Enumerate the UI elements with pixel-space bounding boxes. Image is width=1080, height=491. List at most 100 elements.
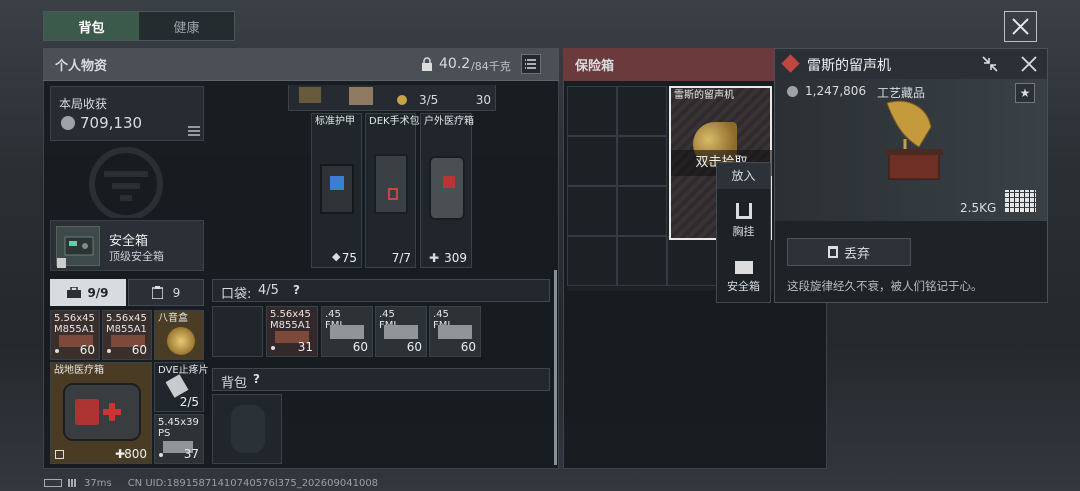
weight-value: 40.2 [439, 56, 471, 72]
top-strip: 3/5 30 [288, 85, 496, 111]
collapse-button[interactable] [981, 55, 999, 73]
earnings-box: 本局收获 709,130 [50, 86, 204, 141]
menu-put-in-label: 放入 [731, 169, 756, 183]
gear-count: 75 [341, 251, 357, 265]
safe-item-ammo-1[interactable]: 5.56x45 M855A1 60 [50, 310, 100, 360]
personal-title: 个人物资 [55, 58, 108, 74]
rarity-diamond-icon [781, 54, 800, 73]
tab-backpack[interactable]: 背包 [44, 12, 139, 40]
vault-cell[interactable] [567, 136, 617, 186]
ammo-box-icon [384, 325, 418, 339]
vault-header: 保险箱 [563, 48, 775, 81]
item-icon [397, 95, 407, 105]
backpack-empty-slot[interactable] [212, 394, 282, 464]
backpack-header: 背包 ? [212, 368, 550, 391]
backpack-help-button[interactable]: ? [253, 372, 260, 386]
status-dot [55, 349, 59, 353]
ammo-box-icon [438, 325, 472, 339]
safe-item-painkiller[interactable]: DVE止疼片 2/5 [154, 362, 209, 412]
vault-cell[interactable] [617, 86, 667, 136]
scrollbar[interactable] [554, 270, 557, 465]
pouch-icon [150, 286, 164, 300]
vault-cell[interactable] [567, 236, 617, 286]
gear-label: DEK手术包 [369, 116, 420, 127]
vault-cell[interactable] [617, 236, 667, 286]
plus-icon: ✚ [429, 251, 440, 265]
vault-cell[interactable] [567, 186, 617, 236]
safe-item-ammo-2[interactable]: 5.56x45 M855A1 60 [102, 310, 152, 360]
gear-count: 7/7 [391, 251, 411, 265]
menu-safe-box-label: 安全箱 [727, 280, 760, 293]
vault-cell[interactable] [567, 86, 617, 136]
detail-header: 雷斯的留声机 [775, 49, 1047, 79]
favorite-button[interactable]: ★ [1015, 83, 1035, 103]
pocket-item-count: 60 [352, 340, 368, 354]
safe-item-label: 八音盒 [158, 313, 188, 324]
storage-tab-pouch[interactable]: 9 [128, 279, 204, 306]
detail-description: 这段旋律经久不衰，被人们铭记于心。 [787, 279, 983, 293]
tab-health[interactable]: 健康 [139, 12, 234, 40]
trash-icon [827, 246, 838, 258]
collapse-icon [982, 56, 998, 72]
safe-item-count: 2/5 [179, 395, 199, 409]
list-button[interactable] [521, 54, 541, 74]
item-icon [299, 87, 321, 103]
status-dot [159, 453, 163, 457]
menu-safe-box[interactable]: 安全箱 [717, 249, 770, 301]
menu-chest-rig[interactable]: 胸挂 [717, 191, 770, 243]
storage-tab-container-label: 9/9 [87, 285, 109, 300]
vault-cell[interactable] [667, 236, 717, 286]
weight-max: /84千克 [471, 60, 511, 73]
signal-icon [68, 479, 78, 487]
vault-title: 保险箱 [575, 59, 615, 74]
briefcase-icon [734, 261, 753, 274]
ammo-box-icon [330, 325, 364, 339]
pocket-help-button[interactable]: ? [293, 283, 300, 297]
ping-text: 37ms [84, 477, 112, 489]
armor-icon [320, 164, 354, 214]
menu-put-in[interactable]: 放入 [717, 163, 770, 189]
pocket-empty-slot[interactable] [212, 306, 263, 357]
gear-count: 309 [444, 251, 467, 265]
safe-box-subtitle: 顶级安全箱 [109, 250, 164, 263]
gear-armor[interactable]: 标准护甲 ◆ 75 [311, 113, 362, 268]
close-button[interactable] [1004, 11, 1037, 42]
briefcase-icon [67, 286, 82, 298]
tab-backpack-label: 背包 [78, 20, 105, 36]
safe-box-slot[interactable]: 安全箱 顶级安全箱 [50, 220, 204, 271]
detail-image-area: 1,247,806 工艺藏品 ★ 2.5KG [775, 79, 1047, 221]
pocket-item-count: 60 [406, 340, 422, 354]
pocket-item-fmj-2[interactable]: .45 FMJ 60 [375, 306, 427, 357]
vault-cell[interactable] [617, 186, 667, 236]
safe-item-ammo-3[interactable]: 5.45x39 PS 37 [154, 414, 204, 464]
pocket-header: 口袋: 4/5 ? [212, 279, 550, 302]
gear-outdoor-medkit[interactable]: 户外医疗箱 ✚ 309 [420, 113, 474, 268]
size-grid-icon [1005, 190, 1036, 212]
safe-item-count: 37 [183, 447, 199, 461]
safe-item-music-box[interactable]: 八音盒 [154, 310, 204, 360]
safe-item-label: 5.56x45 M855A1 [54, 313, 95, 335]
vault-item-label: 雷斯的留声机 [674, 90, 734, 101]
storage-tab-container[interactable]: 9/9 [50, 279, 126, 306]
pocket-item-fmj-1[interactable]: .45 FMJ 60 [321, 306, 373, 357]
list-icon [525, 59, 536, 69]
detail-close-button[interactable] [1019, 54, 1039, 74]
safe-item-field-medkit[interactable]: 战地医疗箱 ✚ 800 [50, 362, 152, 464]
pocket-item-fmj-3[interactable]: .45 FMJ 60 [429, 306, 481, 357]
safe-item-label: DVE止疼片 [158, 365, 209, 376]
gramophone-image [875, 97, 951, 195]
vest-icon [735, 203, 752, 219]
status-dot [271, 346, 275, 350]
pocket-label: 口袋: [221, 287, 252, 302]
gear-surgery-kit[interactable]: DEK手术包 7/7 [365, 113, 420, 268]
personal-header: 个人物资 40.2 /84千克 [43, 48, 559, 81]
lock-icon [421, 57, 433, 71]
emblem-watermark [64, 144, 188, 221]
backpack-label: 背包 [221, 376, 248, 391]
earnings-list-icon[interactable] [188, 125, 200, 136]
tab-health-label: 健康 [173, 20, 200, 36]
no-discard-icon [55, 450, 64, 459]
vault-cell[interactable] [617, 136, 667, 186]
discard-button[interactable]: 丢弃 [787, 238, 911, 266]
pocket-item-ammo[interactable]: 5.56x45 M855A1 31 [266, 306, 318, 357]
